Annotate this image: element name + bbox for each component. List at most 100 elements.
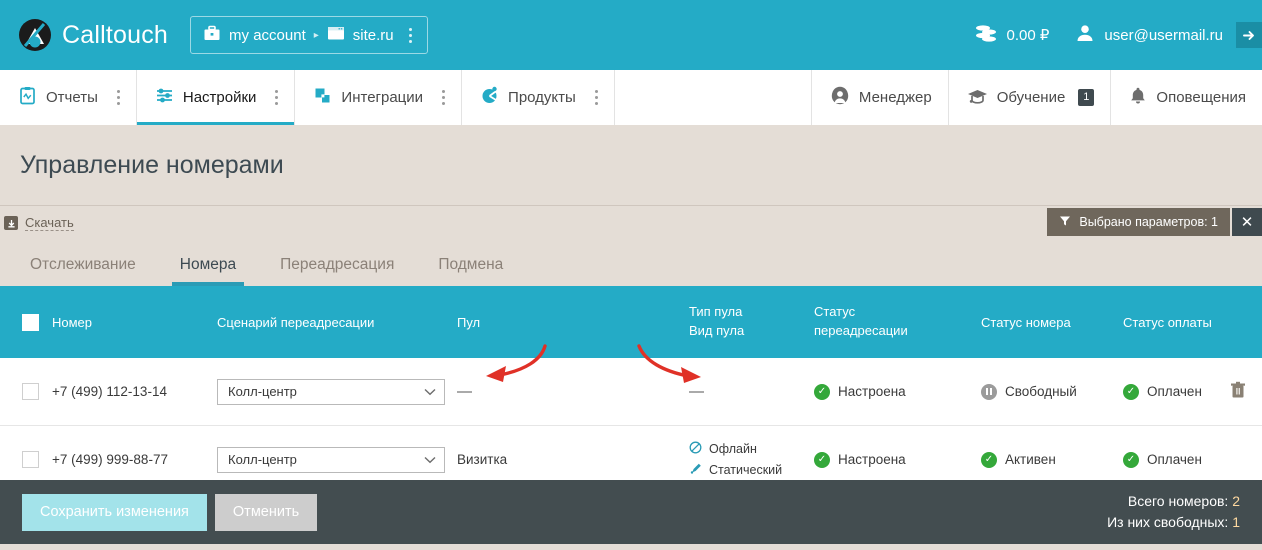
user-menu[interactable]: user@usermail.ru xyxy=(1075,22,1262,48)
balance-indicator[interactable]: 0.00 ₽ xyxy=(974,23,1049,47)
training-badge: 1 xyxy=(1078,89,1095,106)
cancel-button[interactable]: Отменить xyxy=(214,493,318,531)
topbar-right-group: 0.00 ₽ user@usermail.ru xyxy=(974,22,1262,48)
nav-item-integrations[interactable]: Интеграции xyxy=(295,70,463,125)
pause-circle-icon xyxy=(981,383,997,400)
nav-spacer xyxy=(615,70,812,125)
nav-item-products[interactable]: Продукты xyxy=(462,70,615,125)
cell-forward-status: ✓ Настроена xyxy=(814,451,981,468)
cell-payment-status: ✓ Оплачен xyxy=(1123,383,1223,400)
brand-logo[interactable]: Calltouch xyxy=(18,18,168,52)
browser-window-icon xyxy=(327,25,345,46)
cell-pool-type-value: — xyxy=(689,383,704,400)
save-button[interactable]: Сохранить изменения xyxy=(22,493,207,531)
logout-arrow-icon[interactable] xyxy=(1236,22,1262,48)
nav-item-manager[interactable]: Менеджер xyxy=(812,70,949,125)
nav-item-label: Оповещения xyxy=(1156,89,1246,106)
account-switcher[interactable]: my account ▸ site.ru xyxy=(190,16,428,54)
filter-chip-body[interactable]: Выбрано параметров: 1 xyxy=(1047,208,1230,236)
site-label: site.ru xyxy=(352,26,394,44)
row-checkbox[interactable] xyxy=(22,383,39,400)
check-circle-icon: ✓ xyxy=(1123,451,1139,468)
free-numbers-line: Из них свободных: 1 xyxy=(1107,512,1240,533)
row-select-cell xyxy=(0,451,52,468)
integrations-squares-icon xyxy=(313,86,332,109)
calltouch-logo-icon xyxy=(18,18,52,52)
nav-item-label: Продукты xyxy=(508,89,576,106)
numbers-table: Номер Сценарий переадресации Пул Тип пул… xyxy=(0,286,1262,494)
cell-pool: Визитка xyxy=(457,452,689,467)
th-scenario: Сценарий переадресации xyxy=(217,314,375,330)
tab-substitution[interactable]: Подмена xyxy=(416,250,525,286)
payment-status-label: Оплачен xyxy=(1147,452,1202,467)
trash-icon[interactable] xyxy=(1230,381,1246,402)
nav-item-reports[interactable]: Отчеты xyxy=(0,70,137,125)
graduation-cap-icon xyxy=(967,87,988,109)
chevron-down-icon xyxy=(424,385,436,399)
table-header-row: Номер Сценарий переадресации Пул Тип пул… xyxy=(0,286,1262,358)
tab-tracking[interactable]: Отслеживание xyxy=(8,250,158,286)
page-toolbar: Скачать Выбрано параметров: 1 ✕ xyxy=(0,206,1262,246)
page-title-row: Управление номерами xyxy=(0,151,1262,180)
bell-icon xyxy=(1129,86,1147,109)
tab-label: Подмена xyxy=(438,256,504,273)
payment-status-label: Оплачен xyxy=(1147,384,1202,399)
kebab-menu-icon[interactable] xyxy=(275,90,279,105)
scenario-select[interactable]: Колл-центр xyxy=(217,378,445,405)
main-navigation: Отчеты Настройки Интеграции Продукты Мен… xyxy=(0,70,1262,125)
briefcase-icon xyxy=(203,24,221,47)
payment-status-badge: ✓ Оплачен xyxy=(1123,451,1223,468)
page-heading-zone: Управление номерами Скачать Выбрано пара… xyxy=(0,125,1262,286)
pool-type-lines: Офлайн Статический xyxy=(689,441,814,478)
total-numbers-value: 2 xyxy=(1232,493,1240,509)
check-circle-icon: ✓ xyxy=(981,451,997,468)
close-icon[interactable]: ✕ xyxy=(1232,208,1262,236)
kebab-menu-icon[interactable] xyxy=(116,90,120,105)
scenario-select-value: Колл-центр xyxy=(228,452,297,467)
row-checkbox[interactable] xyxy=(22,451,39,468)
tab-forwarding[interactable]: Переадресация xyxy=(258,250,416,286)
kebab-menu-icon[interactable] xyxy=(594,90,598,105)
kebab-menu-icon[interactable] xyxy=(442,90,446,105)
row-select-cell xyxy=(0,383,52,400)
th-forward-status-line1: Статус xyxy=(814,304,856,320)
cell-forward-status: ✓ Настроена xyxy=(814,383,981,400)
pin-icon xyxy=(689,462,702,478)
tab-numbers[interactable]: Номера xyxy=(158,250,258,286)
tab-label: Отслеживание xyxy=(30,256,136,273)
pool-type-offline: Офлайн xyxy=(689,441,814,457)
tab-label: Переадресация xyxy=(280,256,395,273)
coins-icon xyxy=(974,23,998,47)
nav-item-label: Обучение xyxy=(996,89,1066,106)
action-footer: Сохранить изменения Отменить Всего номер… xyxy=(0,480,1262,544)
forward-status-label: Настроена xyxy=(838,452,906,467)
pool-kind-label: Статический xyxy=(709,463,783,477)
manager-headset-icon xyxy=(830,86,850,110)
cell-pool-type: — xyxy=(689,383,814,400)
account-label: my account xyxy=(229,26,306,44)
select-all-checkbox[interactable] xyxy=(22,313,39,331)
nav-item-label: Отчеты xyxy=(46,89,98,106)
nav-item-settings[interactable]: Настройки xyxy=(136,70,296,125)
number-status-badge: ✓ Активен xyxy=(981,451,1123,468)
kebab-menu-icon[interactable] xyxy=(402,27,419,43)
download-button[interactable]: Скачать xyxy=(4,215,74,231)
cell-scenario: Колл-центр xyxy=(217,378,457,405)
scenario-select-value: Колл-центр xyxy=(228,384,297,399)
th-forward-status: Статус переадресации xyxy=(814,303,981,341)
reports-clipboard-icon xyxy=(18,86,37,109)
nav-item-notifications[interactable]: Оповещения xyxy=(1111,70,1262,125)
scenario-select[interactable]: Колл-центр xyxy=(217,446,445,473)
total-numbers-line: Всего номеров: 2 xyxy=(1107,491,1240,512)
nav-item-training[interactable]: Обучение 1 xyxy=(949,70,1112,125)
nav-right-group: Менеджер Обучение 1 Оповещения xyxy=(812,70,1262,125)
brand-name: Calltouch xyxy=(62,20,169,49)
check-circle-icon: ✓ xyxy=(814,383,830,400)
sub-tabs: Отслеживание Номера Переадресация Подмен… xyxy=(0,250,1262,286)
table-row[interactable]: +7 (499) 112-13-14 Колл-центр — — ✓ Наст… xyxy=(0,358,1262,426)
check-circle-icon: ✓ xyxy=(1123,383,1139,400)
cell-pool-value: Визитка xyxy=(457,452,508,467)
tab-label: Номера xyxy=(179,256,237,273)
forward-status-badge: ✓ Настроена xyxy=(814,451,981,468)
pool-type-label: Офлайн xyxy=(709,442,757,456)
